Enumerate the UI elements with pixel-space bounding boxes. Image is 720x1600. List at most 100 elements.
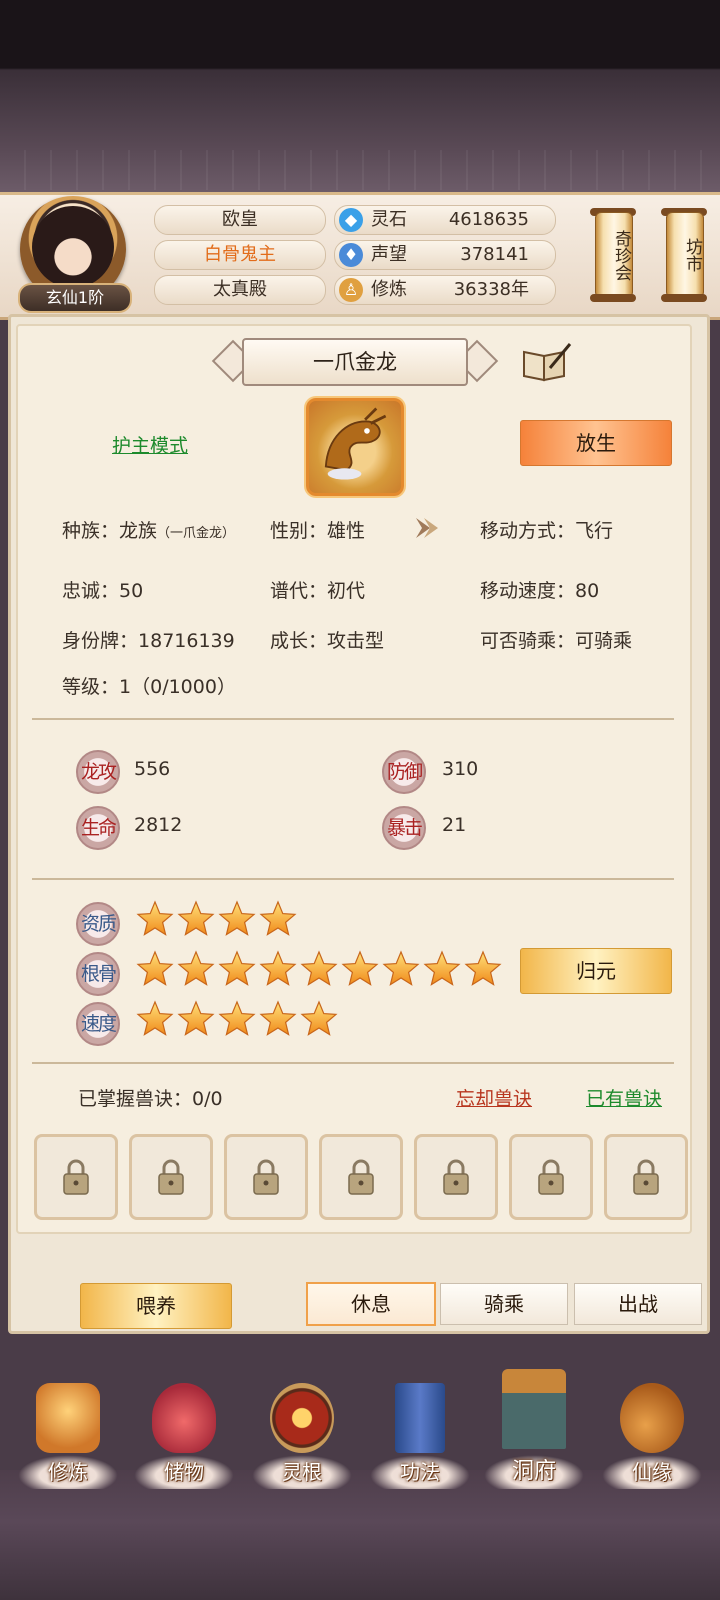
skill-slot[interactable] [414, 1134, 498, 1220]
race-sub: （一爪金龙） [157, 526, 236, 541]
stat-value: 21 [442, 814, 467, 836]
movement-field: 移动方式：飞行 [480, 516, 613, 543]
skill-slot[interactable] [224, 1134, 308, 1220]
divider [32, 1062, 674, 1064]
rideable-field: 可否骑乘：可骑乘 [480, 626, 632, 653]
nav-label: 仙缘 [602, 1455, 702, 1489]
star-icon [136, 1000, 174, 1042]
star-icon [218, 1000, 256, 1042]
growth-field: 成长：攻击型 [270, 626, 384, 653]
reset-button[interactable]: 归元 [520, 948, 672, 994]
scroll-cap [661, 294, 707, 302]
rename-book-icon[interactable] [520, 342, 572, 382]
loyalty-field: 忠诚：50 [62, 576, 143, 603]
star-icon [259, 1000, 297, 1042]
star-icon [177, 1000, 215, 1042]
generation-label: 谱代： [270, 580, 328, 602]
lock-icon [538, 1159, 564, 1195]
generation-field: 谱代：初代 [270, 576, 365, 603]
scroll-cap [590, 294, 636, 302]
stat-badge: 暴击 [382, 806, 426, 850]
star-icon [136, 900, 174, 942]
stat-value: 310 [442, 758, 479, 780]
star-icon [382, 950, 420, 992]
movement-value: 飞行 [575, 520, 614, 542]
rating-badge: 速度 [76, 1002, 120, 1046]
gender-field: 性别：雄性 [270, 516, 365, 543]
race-value: 龙族 [119, 520, 158, 542]
lock-icon [253, 1159, 279, 1195]
treasure-fair-button[interactable]: 奇珍会 [595, 212, 633, 298]
resource-spirit-stone: ◆ 灵石 4618635 [334, 205, 556, 235]
pet-name-plate: 一爪金龙 [211, 338, 499, 386]
nav-cultivate[interactable]: 修炼 [18, 1383, 118, 1503]
owned-skills-link[interactable]: 已有兽诀 [586, 1084, 662, 1111]
resource-value: 36338年 [453, 279, 529, 300]
nav-cave-abode[interactable]: 洞府 [484, 1369, 584, 1495]
skill-slot[interactable] [509, 1134, 593, 1220]
stat-badge: 生命 [76, 806, 120, 850]
forget-skill-link[interactable]: 忘却兽诀 [456, 1084, 532, 1111]
resource-cultivation: ♙ 修炼 36338年 [334, 275, 556, 305]
star-icon [300, 950, 338, 992]
resource-label: 修炼 [371, 279, 407, 300]
move-speed-field: 移动速度：80 [480, 576, 599, 603]
rating-badge: 资质 [76, 902, 120, 946]
star-icon [259, 950, 297, 992]
lock-icon [443, 1159, 469, 1195]
loyalty-label: 忠诚： [62, 580, 120, 602]
nav-storage[interactable]: 储物 [134, 1383, 234, 1503]
skill-slot[interactable] [34, 1134, 118, 1220]
nav-label: 储物 [134, 1455, 234, 1489]
race-field: 种族：龙族（一爪金龙） [62, 516, 235, 543]
resource-value: 378141 [460, 244, 529, 265]
skill-slots [34, 1134, 690, 1220]
skill-slot[interactable] [129, 1134, 213, 1220]
star-icon [341, 950, 379, 992]
divider [32, 878, 674, 880]
resource-label: 灵石 [371, 209, 407, 230]
lock-icon [158, 1159, 184, 1195]
cave-abode-icon [502, 1369, 566, 1449]
market-button[interactable]: 坊市 [666, 212, 704, 298]
nav-label: 修炼 [18, 1455, 118, 1489]
technique-book-icon [395, 1383, 445, 1453]
skill-slot[interactable] [319, 1134, 403, 1220]
move-speed-value: 80 [575, 580, 600, 602]
pet-name: 一爪金龙 [242, 338, 468, 386]
rank-tag: 玄仙1阶 [18, 283, 132, 313]
lock-icon [348, 1159, 374, 1195]
movement-label: 移动方式： [480, 520, 576, 542]
id-field: 身份牌：18716139 [62, 626, 235, 653]
resource-reputation: ♦ 声望 378141 [334, 240, 556, 270]
level-value: 1（0/1000） [119, 676, 236, 698]
pet-portrait[interactable] [306, 398, 404, 496]
guard-mode-link[interactable]: 护主模式 [112, 431, 188, 458]
star-icon [218, 900, 256, 942]
nav-label: 功法 [370, 1455, 470, 1489]
tab-ride[interactable]: 骑乘 [440, 1283, 568, 1325]
nav-techniques[interactable]: 功法 [370, 1383, 470, 1503]
skill-slot[interactable] [604, 1134, 688, 1220]
nav-fate[interactable]: 仙缘 [602, 1383, 702, 1503]
resource-value: 4618635 [448, 209, 529, 230]
level-field: 等级：1（0/1000） [62, 672, 236, 699]
top-backdrop [0, 0, 720, 195]
mastered-skills: 已掌握兽诀：0/0 [78, 1088, 223, 1110]
spirit-root-icon [270, 1383, 334, 1453]
stat-badge: 龙攻 [76, 750, 120, 794]
arrow-right-icon[interactable] [410, 514, 440, 542]
treasure-fair-label: 奇珍会 [611, 229, 631, 281]
tab-battle[interactable]: 出战 [574, 1283, 702, 1325]
title-tag-1: 欧皇 [154, 205, 326, 235]
tab-rest[interactable]: 休息 [306, 1282, 436, 1326]
gender-label: 性别： [270, 520, 328, 542]
lock-icon [633, 1159, 659, 1195]
cultivate-icon [36, 1383, 100, 1453]
star-icon [259, 900, 297, 942]
feed-button[interactable]: 喂养 [80, 1283, 232, 1329]
release-button[interactable]: 放生 [520, 420, 672, 466]
star-icon [177, 900, 215, 942]
nav-spirit-root[interactable]: 灵根 [252, 1383, 352, 1503]
id-label: 身份牌： [62, 630, 139, 652]
